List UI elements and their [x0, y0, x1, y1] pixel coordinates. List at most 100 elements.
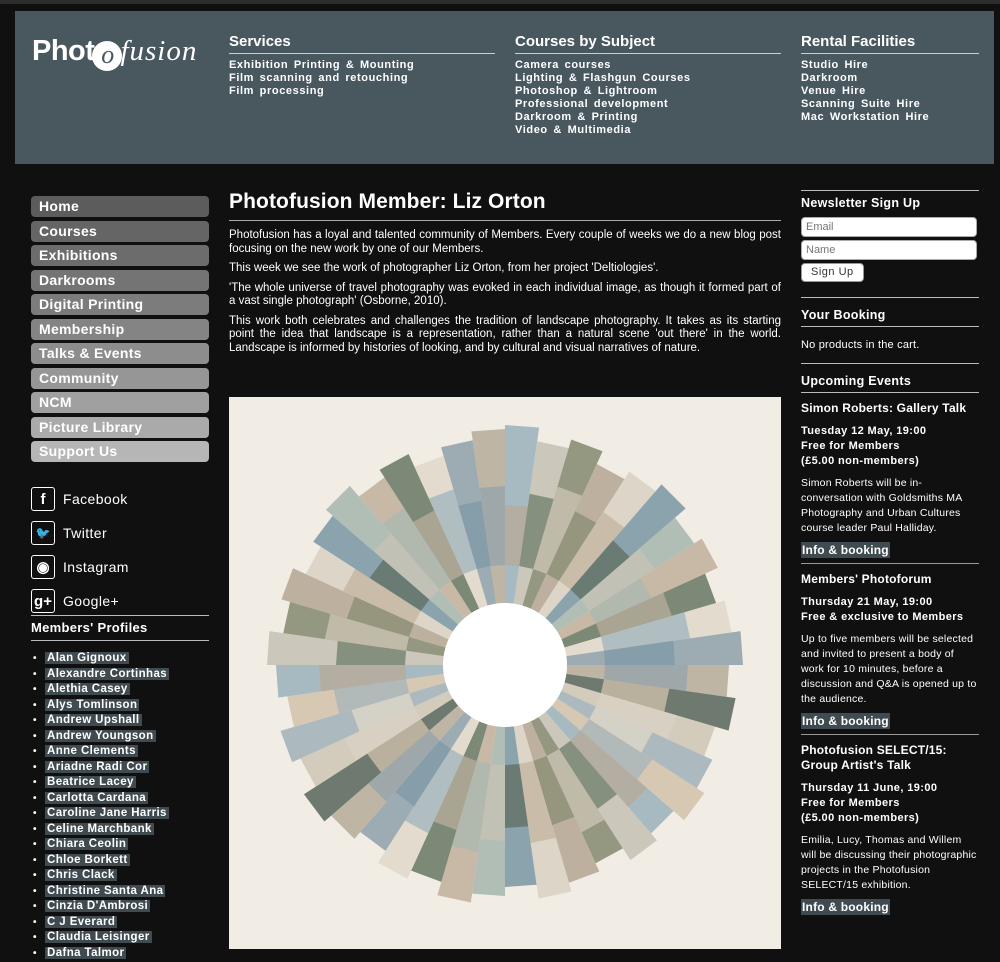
- member-profile-link[interactable]: Alys Tomlinson: [45, 699, 139, 711]
- event-details: Tuesday 12 May, 19:00Free for Members(£5…: [801, 424, 979, 469]
- main-navigation: Home Courses Exhibitions Darkrooms Digital P…: [31, 196, 209, 466]
- member-profile-link[interactable]: Chloe Borkett: [45, 854, 130, 866]
- event-detail-line: Thursday 11 June, 19:00: [801, 781, 979, 796]
- divider: [801, 563, 979, 564]
- divider: [801, 326, 979, 327]
- nav-item-talks-events[interactable]: Talks & Events: [31, 343, 209, 364]
- member-profile-item: Alethia Casey: [33, 683, 211, 699]
- member-profile-link[interactable]: Dafna Talmor: [45, 947, 126, 959]
- member-profile-item: Carlotta Cardana: [33, 792, 211, 808]
- member-profile-link[interactable]: Chiara Ceolin: [45, 838, 128, 850]
- member-profile-item: Andrew Youngson: [33, 730, 211, 746]
- member-profile-item: Ariadne Radi Cor: [33, 761, 211, 777]
- menu-heading: Courses by Subject: [515, 33, 781, 54]
- email-field[interactable]: [801, 217, 977, 237]
- services-menu: ServicesExhibition Printing & MountingFi…: [229, 33, 495, 98]
- events-list: Simon Roberts: Gallery Talk Tuesday 12 Ma…: [801, 401, 979, 916]
- facebook-icon: f: [31, 487, 55, 511]
- nav-item-home[interactable]: Home: [31, 196, 209, 217]
- event-details: Thursday 11 June, 19:00Free for Members(…: [801, 781, 979, 826]
- event-info-booking-link[interactable]: Info & booking: [801, 899, 890, 915]
- photofusion-logo[interactable]: Photofusion: [32, 35, 197, 71]
- courses-menu: Courses by Subject Camera coursesLighting…: [515, 33, 781, 137]
- event-title: Photofusion SELECT/15: Group Artist's Ta…: [801, 743, 979, 773]
- nav-item-exhibitions[interactable]: Exhibitions: [31, 245, 209, 266]
- member-profile-link[interactable]: Claudia Leisinger: [45, 931, 152, 943]
- member-profile-item: Anne Clements: [33, 745, 211, 761]
- member-profile-item: Chiara Ceolin: [33, 838, 211, 854]
- menu-link-mac-workstation-hire[interactable]: Mac Workstation Hire: [801, 111, 979, 124]
- menu-link-film-processing[interactable]: Film processing: [229, 85, 495, 98]
- menu-link-video-multimedia[interactable]: Video & Multimedia: [515, 124, 781, 137]
- rental-menu: Rental FacilitiesStudio HireDarkroomVenu…: [801, 33, 979, 124]
- nav-item-digital-printing[interactable]: Digital Printing: [31, 294, 209, 315]
- nav-item-community[interactable]: Community: [31, 368, 209, 389]
- menu-link-camera-courses[interactable]: Camera courses: [515, 59, 781, 72]
- social-link-instagram[interactable]: ◉Instagram: [31, 550, 209, 584]
- sign-up-button[interactable]: Sign Up: [801, 263, 864, 282]
- name-field[interactable]: [801, 240, 977, 260]
- menu-link-studio-hire[interactable]: Studio Hire: [801, 59, 979, 72]
- circular-collage: [229, 397, 781, 949]
- event-detail-line: Thursday 21 May, 19:00: [801, 595, 979, 610]
- upcoming-events-heading: Upcoming Events: [801, 369, 979, 392]
- member-profile-link[interactable]: Alexandre Cortinhas: [45, 668, 169, 680]
- menu-link-darkroom[interactable]: Darkroom: [801, 72, 979, 85]
- member-profile-link[interactable]: Andrew Youngson: [45, 730, 156, 742]
- menu-link-lighting-flashgun-courses[interactable]: Lighting & Flashgun Courses: [515, 72, 781, 85]
- member-profile-link[interactable]: Anne Clements: [45, 745, 138, 757]
- social-label: Google+: [63, 593, 119, 609]
- member-profile-link[interactable]: Caroline Jane Harris: [45, 807, 169, 819]
- event-detail-line: (£5.00 non-members): [801, 454, 979, 469]
- nav-item-picture-library[interactable]: Picture Library: [31, 417, 209, 438]
- right-sidebar: Newsletter Sign Up Sign Up Your Booking …: [801, 190, 979, 916]
- member-profile-link[interactable]: C J Everard: [45, 916, 117, 928]
- nav-item-membership[interactable]: Membership: [31, 319, 209, 340]
- social-link-google[interactable]: g+ Google+: [31, 584, 209, 618]
- menu-link-venue-hire[interactable]: Venue Hire: [801, 85, 979, 98]
- member-profile-link[interactable]: Beatrice Lacey: [45, 776, 136, 788]
- booking-status: No products in the cart.: [801, 339, 979, 351]
- event-info-booking-link[interactable]: Info & booking: [801, 713, 890, 729]
- menu-link-photoshop-lightroom[interactable]: Photoshop & Lightroom: [515, 85, 781, 98]
- member-profile-link[interactable]: Chris Clack: [45, 869, 117, 881]
- menu-link-scanning-suite-hire[interactable]: Scanning Suite Hire: [801, 98, 979, 111]
- social-link-facebook[interactable]: fFacebook: [31, 482, 209, 516]
- nav-item-darkrooms[interactable]: Darkrooms: [31, 270, 209, 291]
- event-info-booking-link[interactable]: Info & booking: [801, 542, 890, 558]
- google-plus-icon: g+: [31, 589, 55, 613]
- main-content: Photofusion Member: Liz Orton Photofusio…: [229, 190, 781, 355]
- member-profile-link[interactable]: Celine Marchbank: [45, 823, 154, 835]
- event-detail-line: (£5.00 non-members): [801, 811, 979, 826]
- menu-link-professional-development[interactable]: Professional development: [515, 98, 781, 111]
- member-profile-link[interactable]: Alethia Casey: [45, 683, 130, 695]
- member-profile-item: Alys Tomlinson: [33, 699, 211, 715]
- page-title: Photofusion Member: Liz Orton: [229, 190, 781, 221]
- member-profile-link[interactable]: Christine Santa Ana: [45, 885, 165, 897]
- member-profile-link[interactable]: Ariadne Radi Cor: [45, 761, 149, 773]
- nav-item-support-us[interactable]: Support Us: [31, 441, 209, 462]
- newsletter-heading: Newsletter Sign Up: [801, 190, 979, 214]
- event-title: Simon Roberts: Gallery Talk: [801, 401, 979, 416]
- members-profiles-heading: Members' Profiles: [31, 615, 209, 641]
- member-profile-item: Celine Marchbank: [33, 823, 211, 839]
- menu-link-exhibition-printing-mounting[interactable]: Exhibition Printing & Mounting: [229, 59, 495, 72]
- member-profile-item: Alexandre Cortinhas: [33, 668, 211, 684]
- social-link-twitter[interactable]: 🐦Twitter: [31, 516, 209, 550]
- member-profile-link[interactable]: Cinzia D'Ambrosi: [45, 900, 150, 912]
- member-profile-link[interactable]: Andrew Upshall: [45, 714, 142, 726]
- event-description: Simon Roberts will be in-conversation wi…: [801, 476, 979, 536]
- menu-link-film-scanning-and-retouching[interactable]: Film scanning and retouching: [229, 72, 495, 85]
- post-paragraph: 'The whole universe of travel photograph…: [229, 282, 781, 309]
- top-strip: [0, 0, 1000, 4]
- member-profile-link[interactable]: Carlotta Cardana: [45, 792, 148, 804]
- menu-link-darkroom-printing[interactable]: Darkroom & Printing: [515, 111, 781, 124]
- nav-item-ncm[interactable]: NCM: [31, 392, 209, 413]
- member-profile-link[interactable]: Alan Gignoux: [45, 652, 129, 664]
- nav-item-courses[interactable]: Courses: [31, 221, 209, 242]
- twitter-icon: 🐦: [31, 521, 55, 545]
- event-title: Members' Photoforum: [801, 572, 979, 587]
- post-paragraph: This work both celebrates and challenges…: [229, 315, 781, 356]
- member-profile-item: Cinzia D'Ambrosi: [33, 900, 211, 916]
- event-description: Emilia, Lucy, Thomas and Willem will be …: [801, 833, 979, 893]
